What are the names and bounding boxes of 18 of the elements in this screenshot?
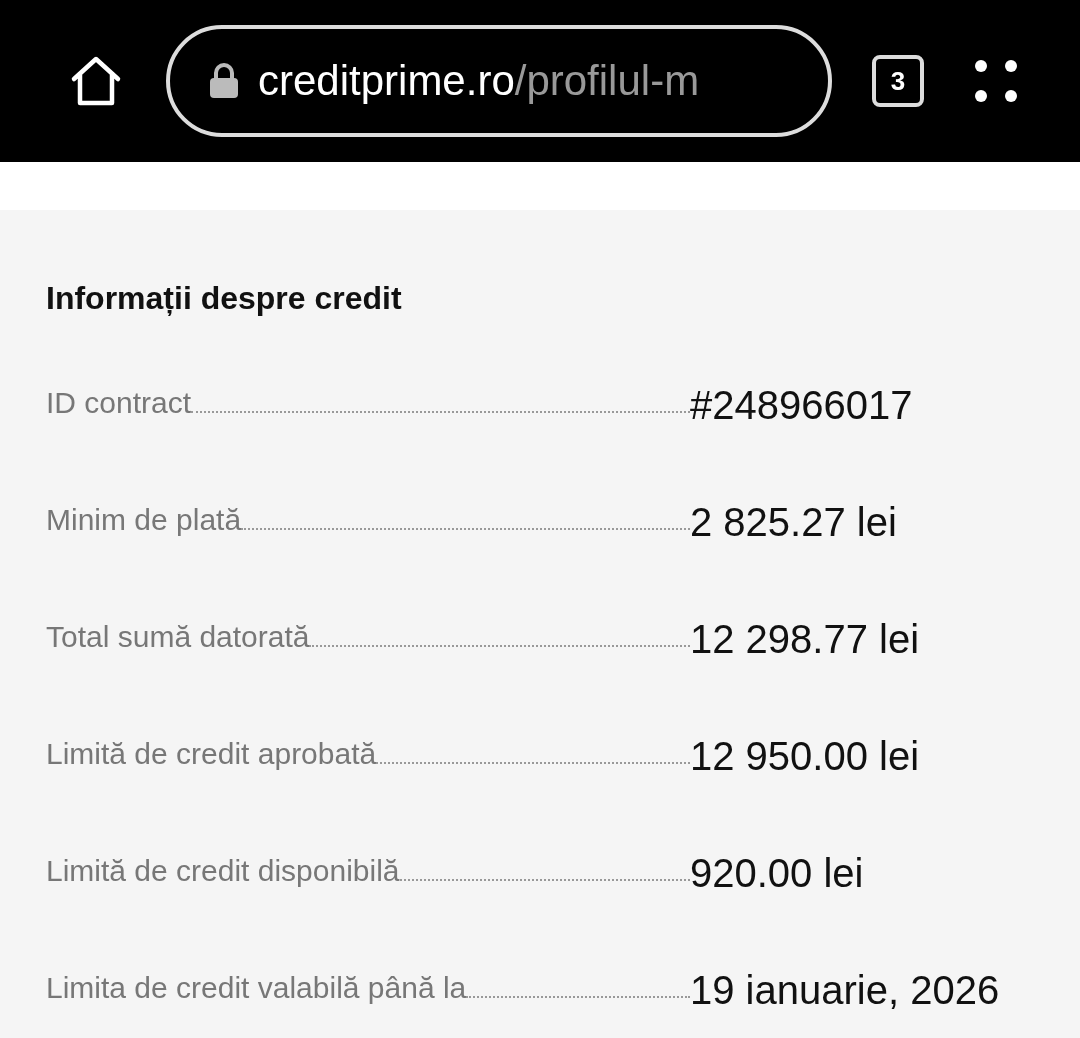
field-value: 12 950.00 lei bbox=[690, 734, 920, 779]
url-text: creditprime.ro/profilul-m bbox=[258, 57, 700, 105]
field-value: #248966017 bbox=[690, 383, 913, 428]
field-label: ID contract bbox=[46, 386, 192, 420]
field-value: 12 298.77 lei bbox=[690, 617, 920, 662]
field-value: 2 825.27 lei bbox=[690, 500, 897, 545]
field-label: Minim de plată bbox=[46, 503, 242, 537]
address-bar[interactable]: creditprime.ro/profilul-m bbox=[166, 25, 832, 137]
tab-count[interactable]: 3 bbox=[872, 55, 924, 107]
field-value: 920.00 lei bbox=[690, 851, 864, 896]
field-label: Limita de credit valabilă până la bbox=[46, 971, 467, 1005]
section-title: Informații despre credit bbox=[46, 280, 403, 317]
field-label: Total sumă datorată bbox=[46, 620, 310, 654]
field-label: Limită de credit disponibilă bbox=[46, 854, 400, 888]
lock-icon bbox=[208, 63, 240, 99]
field-value: 19 ianuarie, 2026 bbox=[690, 968, 1000, 1013]
menu-icon[interactable] bbox=[974, 59, 1018, 103]
field-label: Limită de credit aprobată bbox=[46, 737, 377, 771]
